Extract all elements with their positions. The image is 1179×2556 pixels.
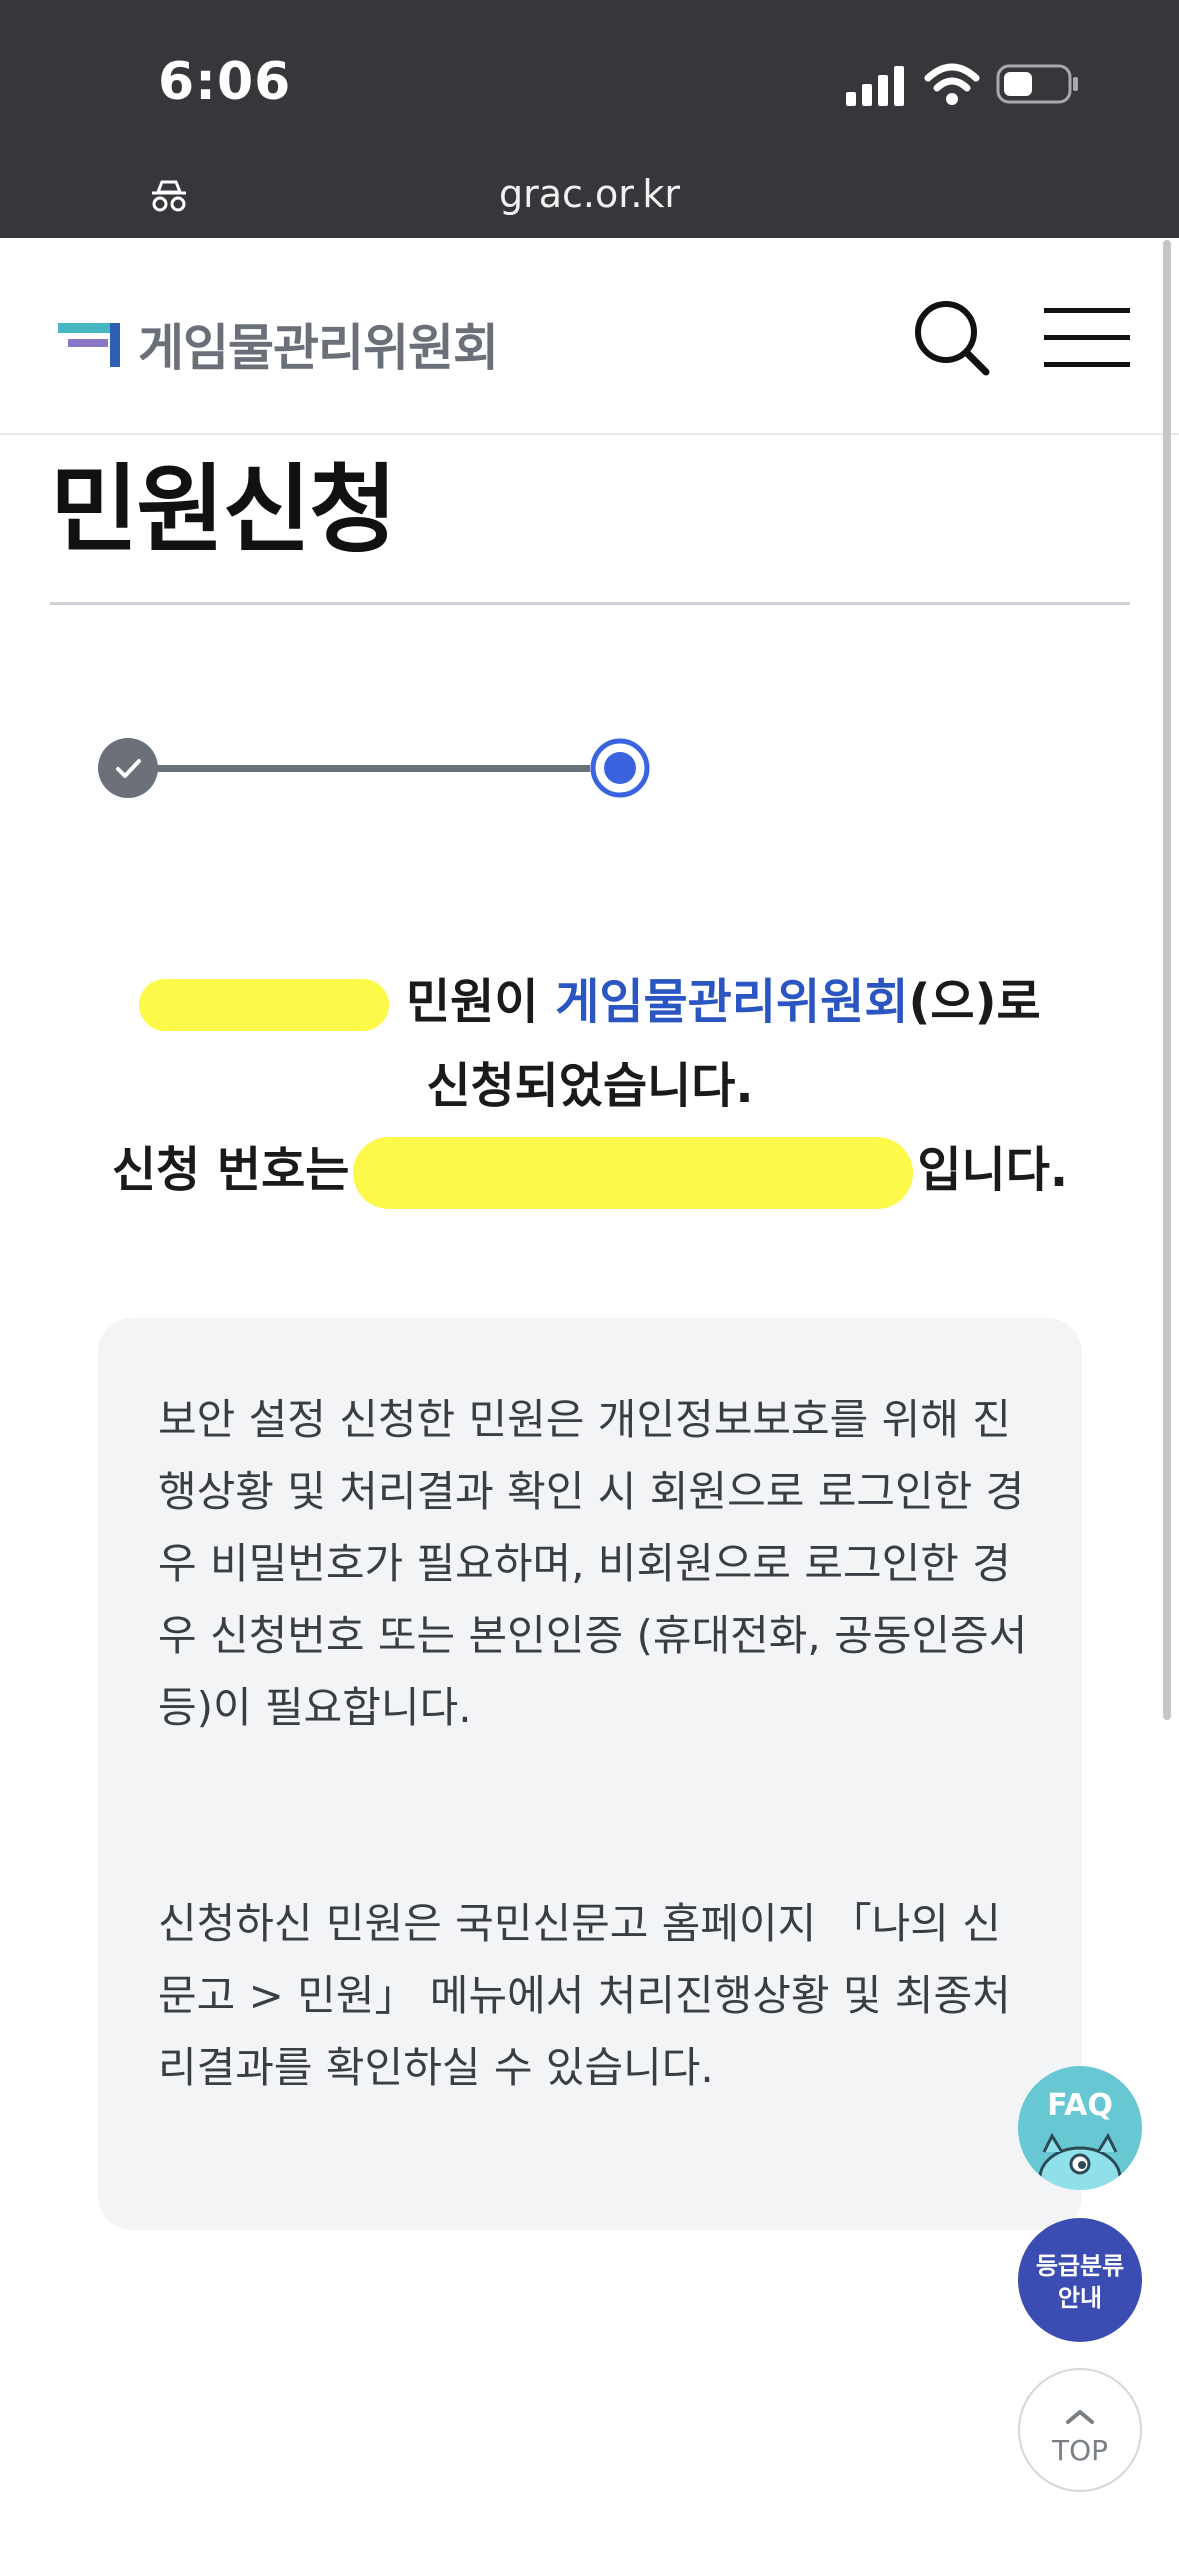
- title-divider: [50, 602, 1130, 605]
- notice-paragraph-security: 보안 설정 신청한 민원은 개인정보보호를 위해 진행상황 및 처리결과 확인 …: [158, 1395, 1028, 1732]
- wifi-icon: [924, 63, 980, 105]
- result-line-3: 신청 번호는 입니다.: [60, 1128, 1120, 1212]
- organization-name: 게임물관리위원회: [555, 974, 909, 1030]
- rating-guide-label: 등급분류 안내: [1035, 2252, 1125, 2312]
- logo-text: 게임물관리위원회: [138, 319, 499, 377]
- faq-button[interactable]: FAQ: [1018, 2066, 1142, 2190]
- step-current-indicator: [590, 738, 650, 798]
- site-logo[interactable]: 게임물관리위원회: [58, 308, 499, 380]
- redacted-applicant-name: [139, 979, 390, 1031]
- search-icon[interactable]: [912, 298, 992, 378]
- redacted-application-number: [353, 1137, 914, 1209]
- signal-icon: [846, 66, 904, 106]
- stepper-track: [128, 765, 618, 772]
- result-line-1: 민원이 게임물관리위원회(으)로: [60, 960, 1120, 1044]
- address-bar-url[interactable]: grac.or.kr: [0, 172, 1179, 216]
- status-bar: 6:06 grac.or.kr: [0, 0, 1179, 238]
- page-scrollbar[interactable]: [1163, 240, 1171, 1720]
- check-icon: [116, 759, 141, 778]
- current-step-dot-icon: [590, 738, 650, 798]
- logo-mark-icon: [58, 323, 120, 367]
- result-line-2: 신청되었습니다.: [426, 1058, 754, 1114]
- page-title: 민원신청: [50, 454, 397, 566]
- rating-guide-button[interactable]: 등급분류 안내: [1018, 2218, 1142, 2342]
- step-completed-indicator: [98, 738, 158, 798]
- submission-result-message: 민원이 게임물관리위원회(으)로 신청되었습니다. 신청 번호는 입니다.: [60, 960, 1120, 1212]
- status-time: 6:06: [158, 52, 292, 112]
- notice-paragraph-tracking: 신청하신 민원은 국민신문고 홈페이지 「나의 신문고 > 민원」 메뉴에서 처…: [158, 1899, 1011, 2092]
- top-label: TOP: [1051, 2434, 1109, 2467]
- notice-box: 보안 설정 신청한 민원은 개인정보보호를 위해 진행상황 및 처리결과 확인 …: [98, 1318, 1082, 2230]
- site-header: 게임물관리위원회: [0, 238, 1179, 435]
- mascot-icon: [1038, 2132, 1122, 2190]
- battery-icon: [996, 64, 1078, 104]
- hamburger-menu-icon[interactable]: [1044, 306, 1130, 368]
- scroll-to-top-button[interactable]: TOP: [1018, 2368, 1142, 2492]
- chevron-up-icon: [1066, 2410, 1094, 2424]
